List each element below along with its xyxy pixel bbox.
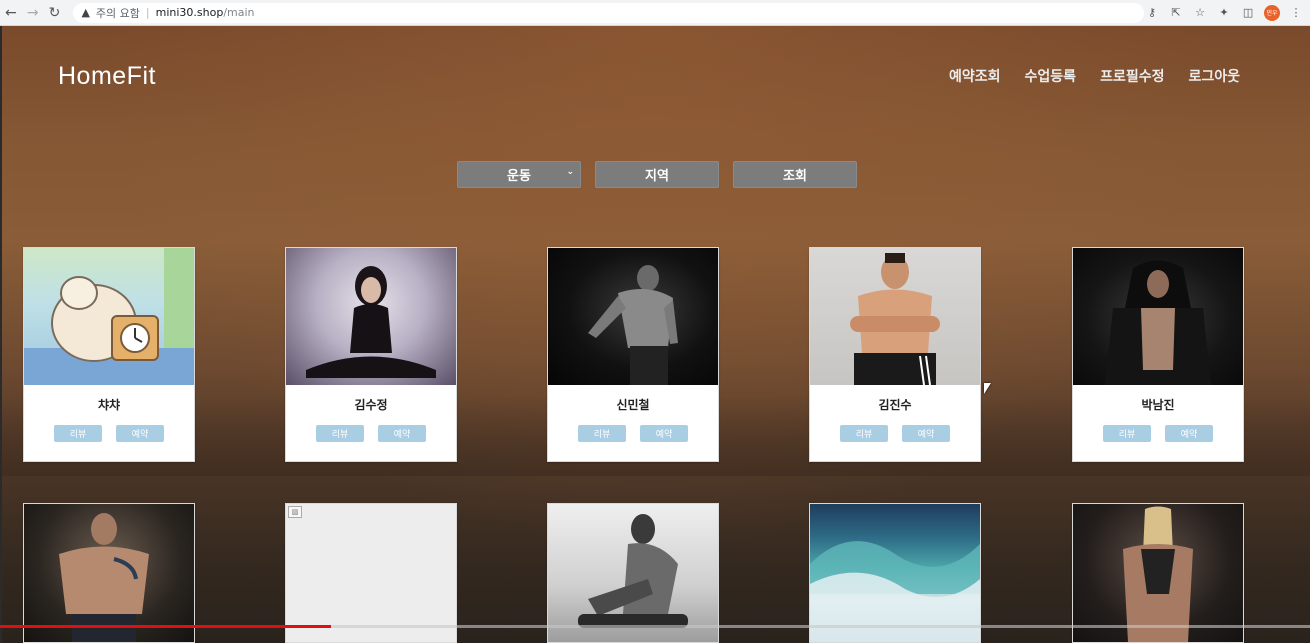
reload-icon[interactable]: ↻ xyxy=(44,2,66,24)
trainer-card[interactable]: 김수정 리뷰 예약 xyxy=(285,247,457,462)
man-sitting-bw-image xyxy=(578,514,688,628)
key-icon[interactable]: ⚷ xyxy=(1144,5,1160,21)
nav-profile-edit[interactable]: 프로필수정 xyxy=(1100,66,1164,86)
trainer-name: 챠챠 xyxy=(97,398,121,412)
sidebar-icon[interactable]: ◫ xyxy=(1240,5,1256,21)
back-icon[interactable]: ← xyxy=(0,2,22,24)
address-bar[interactable]: ▲ 주의 요함 | mini30.shop/main xyxy=(73,2,1145,23)
profile-avatar[interactable]: 민우 xyxy=(1264,4,1281,21)
trainer-card[interactable] xyxy=(547,503,719,643)
url-separator: | xyxy=(145,6,150,19)
broken-image-icon: ▧ xyxy=(288,506,302,518)
review-button[interactable]: 리뷰 xyxy=(1103,425,1151,442)
trainer-card[interactable]: ▧ xyxy=(285,503,457,643)
url-path: /main xyxy=(223,6,255,19)
video-progress-fill xyxy=(0,625,332,628)
trainer-name: 김수정 xyxy=(354,398,388,412)
trainer-card[interactable] xyxy=(23,503,195,643)
chevron-down-icon: ⌄ xyxy=(566,167,574,177)
extensions-icon[interactable]: ✦ xyxy=(1216,5,1232,21)
cartoon-cat-clock-image xyxy=(24,248,194,385)
reserve-button[interactable]: 예약 xyxy=(640,425,688,442)
reserve-button[interactable]: 예약 xyxy=(116,425,164,442)
trainer-card[interactable]: 신민철 리뷰 예약 xyxy=(547,247,719,462)
woman-sitting-image xyxy=(306,266,436,378)
trainer-photo[interactable] xyxy=(548,248,718,385)
trainer-card[interactable] xyxy=(1072,503,1244,643)
muscle-man-dark-image xyxy=(588,265,678,385)
menu-icon[interactable]: ⋮ xyxy=(1288,5,1304,21)
review-button[interactable]: 리뷰 xyxy=(54,425,102,442)
trainer-name: 박남진 xyxy=(1141,398,1175,412)
trainer-photo[interactable] xyxy=(286,248,456,385)
man-hoodie-image xyxy=(1105,260,1211,385)
forward-icon[interactable]: → xyxy=(22,2,44,24)
man-arms-crossed-image xyxy=(850,253,940,385)
reserve-button[interactable]: 예약 xyxy=(378,425,426,442)
review-button[interactable]: 리뷰 xyxy=(316,425,364,442)
star-icon[interactable]: ☆ xyxy=(1192,5,1208,21)
trainer-photo[interactable]: ▧ xyxy=(286,504,456,642)
trainer-photo[interactable] xyxy=(24,248,194,385)
trainer-card[interactable]: 김진수 리뷰 예약 xyxy=(809,247,981,462)
trainer-photo[interactable] xyxy=(548,504,718,642)
reserve-button[interactable]: 예약 xyxy=(902,425,950,442)
review-button[interactable]: 리뷰 xyxy=(840,425,888,442)
security-warning[interactable]: 주의 요함 xyxy=(96,5,140,21)
video-progress-bar[interactable] xyxy=(0,625,1310,628)
trainer-card[interactable] xyxy=(809,503,981,643)
search-button[interactable]: 조회 xyxy=(733,161,857,188)
trainer-name: 김진수 xyxy=(878,398,912,412)
filter-bar: 운동 ⌄ 지역 조회 xyxy=(457,161,857,188)
trainer-photo[interactable] xyxy=(1073,504,1243,642)
region-button[interactable]: 지역 xyxy=(595,161,719,188)
site-logo[interactable]: HomeFit xyxy=(58,62,156,91)
exercise-select[interactable]: 운동 ⌄ xyxy=(457,161,581,188)
trainer-photo[interactable] xyxy=(1073,248,1243,385)
review-button[interactable]: 리뷰 xyxy=(578,425,626,442)
share-icon[interactable]: ⇱ xyxy=(1168,5,1184,21)
trainer-card[interactable]: 박남진 리뷰 예약 xyxy=(1072,247,1244,462)
trainer-photo[interactable] xyxy=(810,504,980,642)
tattoo-bodybuilder-image xyxy=(59,513,149,642)
exercise-select-value: 운동 xyxy=(507,169,531,184)
trainer-name: 신민철 xyxy=(616,398,650,412)
nav-logout[interactable]: 로그아웃 xyxy=(1188,66,1240,86)
reserve-button[interactable]: 예약 xyxy=(1165,425,1213,442)
woman-back-muscle-image xyxy=(1123,506,1193,642)
trainer-photo[interactable] xyxy=(24,504,194,642)
top-nav: 예약조회 수업등록 프로필수정 로그아웃 xyxy=(949,66,1240,86)
mouse-cursor xyxy=(984,383,991,394)
page-content: HomeFit 예약조회 수업등록 프로필수정 로그아웃 운동 ⌄ 지역 조회 xyxy=(2,26,1310,643)
nav-reservation-lookup[interactable]: 예약조회 xyxy=(949,66,1001,86)
warning-icon[interactable]: ▲ xyxy=(81,6,89,19)
nav-class-register[interactable]: 수업등록 xyxy=(1025,66,1077,86)
url-host: mini30.shop xyxy=(155,6,224,19)
browser-toolbar: ← → ↻ ▲ 주의 요함 | mini30.shop/main ⚷ ⇱ ☆ ✦… xyxy=(0,0,1310,26)
trainer-photo[interactable] xyxy=(810,248,980,385)
ocean-wave-image xyxy=(810,541,980,642)
trainer-card[interactable]: 챠챠 리뷰 예약 xyxy=(23,247,195,462)
